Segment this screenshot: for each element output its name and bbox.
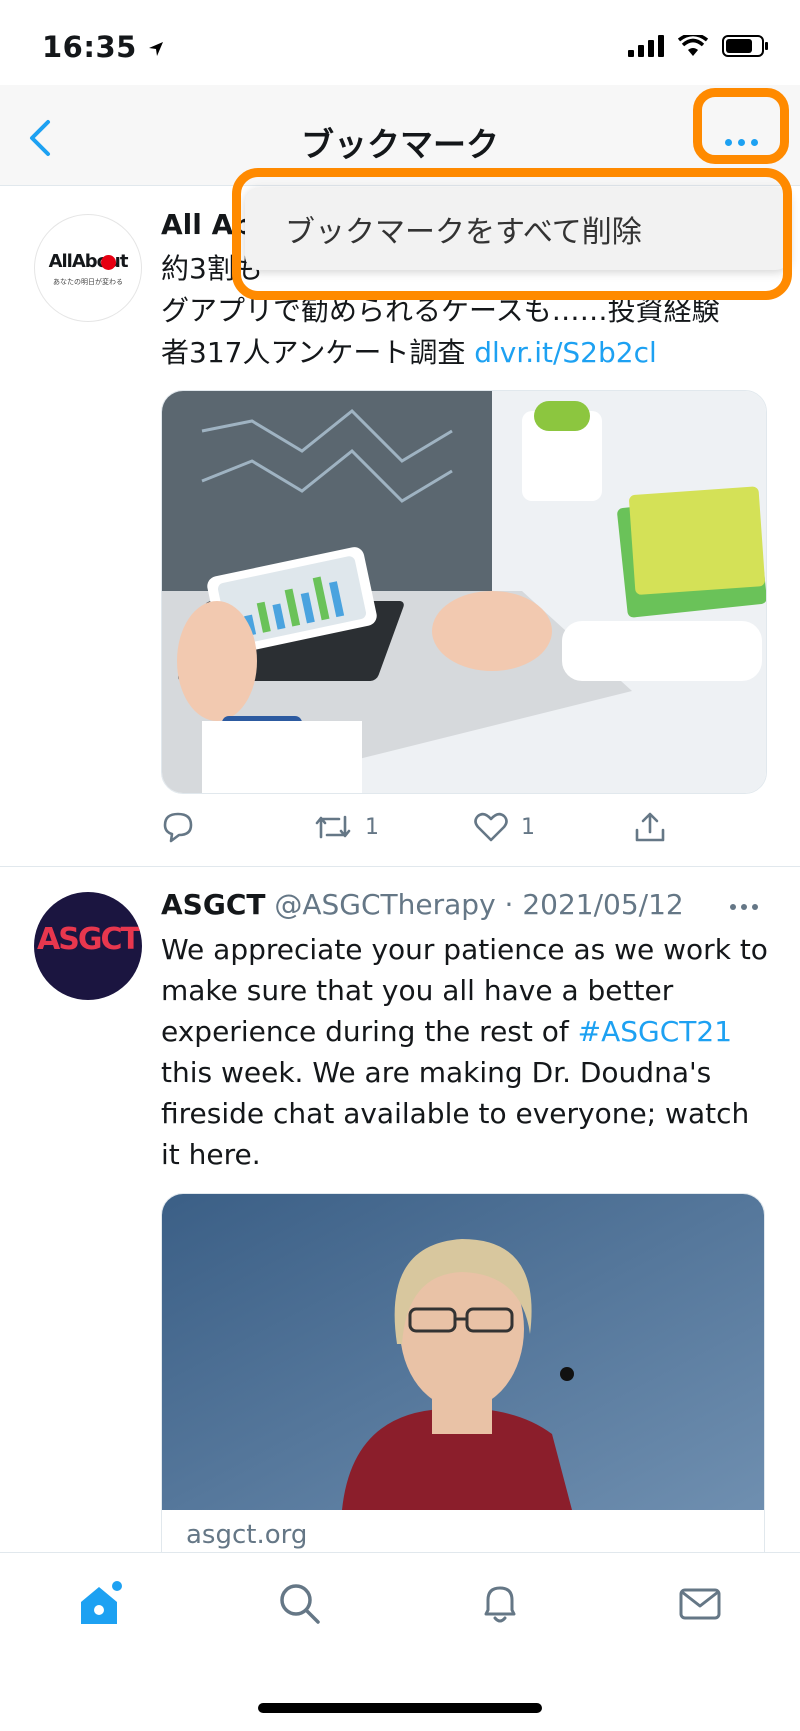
tweet2-link-card[interactable]: asgct.org [161,1193,765,1563]
page-title: ブックマーク [301,125,499,164]
retweet-icon [315,815,351,839]
highlight-more-button [693,88,789,164]
speaker-photo [162,1194,764,1510]
tweet1-actions: 1 1 [161,810,681,844]
tweet2-avatar[interactable]: ASGCT [34,892,142,1000]
like-button[interactable]: 1 [473,811,633,843]
reply-button[interactable] [161,811,313,843]
heart-icon [474,812,508,842]
tweet1-text-line3-body: 者317人アンケート調査 [161,336,466,369]
allabout-logo-text: AllAbout [48,251,129,272]
share-button[interactable] [633,810,667,844]
tweet2-text-after: this week. We are making Dr. Doudna's fi… [161,1056,750,1171]
retweet-count: 1 [365,814,379,840]
card-domain: asgct.org [186,1520,308,1550]
allabout-logo-subtext: あなたの明日が変わる [53,278,123,286]
status-time: 16:35 [42,30,165,64]
battery-icon [722,35,768,57]
tweet2-separator: · [504,888,514,921]
home-indicator [258,1703,542,1713]
notifications-bell-icon[interactable] [476,1580,524,1628]
reply-icon [163,812,193,843]
tweet2-author-name[interactable]: ASGCT [161,888,265,921]
tweet1-media-image[interactable] [161,390,767,794]
tweet2-date: 2021/05/12 [522,888,684,921]
like-count: 1 [521,814,535,840]
status-icons [628,34,770,58]
tweet2-handle[interactable]: @ASGCTherapy [274,888,495,921]
share-icon [635,812,665,842]
wifi-icon [678,35,708,56]
tweet2-more-button[interactable] [730,904,758,910]
retweet-button[interactable]: 1 [313,811,473,843]
tweet2-text: We appreciate your patience as we work t… [161,929,773,1175]
allabout-logo-dot [101,255,116,270]
tweet2-hashtag[interactable]: #ASGCT21 [578,1015,732,1048]
search-icon[interactable] [276,1580,324,1628]
more-dot [752,904,758,910]
more-dot [741,904,747,910]
tweet-divider [0,866,800,867]
tweet2-header: ASGCT @ASGCTherapy · 2021/05/12 [161,888,684,921]
location-arrow-icon [149,42,164,56]
more-dots-icon [730,904,736,910]
highlight-delete-all [232,168,792,300]
tweet1-link[interactable]: dlvr.it/S2b2cl [474,336,657,369]
asgct-logo-text: ASGCT [37,922,141,957]
laptop-phone-illustration [162,391,766,793]
tweet1-avatar[interactable]: AllAbout あなたの明日が変わる [34,214,142,322]
tweet1-text-line3: 者317人アンケート調査 dlvr.it/S2b2cl [161,332,657,373]
home-icon[interactable] [75,1580,123,1628]
cellular-signal-icon [628,35,664,57]
messages-envelope-icon[interactable] [676,1580,724,1628]
